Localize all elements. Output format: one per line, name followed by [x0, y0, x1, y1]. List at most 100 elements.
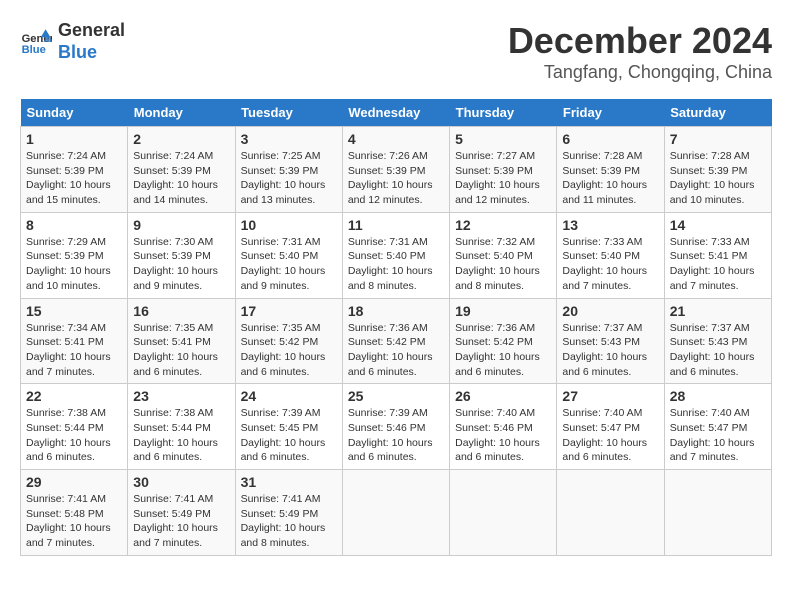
calendar-cell: [557, 470, 664, 556]
day-detail: Sunrise: 7:28 AM Sunset: 5:39 PM Dayligh…: [562, 150, 647, 206]
day-number: 17: [241, 303, 337, 319]
day-detail: Sunrise: 7:29 AM Sunset: 5:39 PM Dayligh…: [26, 236, 111, 292]
day-detail: Sunrise: 7:32 AM Sunset: 5:40 PM Dayligh…: [455, 236, 540, 292]
calendar-cell: 11 Sunrise: 7:31 AM Sunset: 5:40 PM Dayli…: [342, 212, 449, 298]
day-header-monday: Monday: [128, 99, 235, 127]
calendar-cell: 8Sunrise: 7:29 AM Sunset: 5:39 PM Daylig…: [21, 212, 128, 298]
day-detail: Sunrise: 7:36 AM Sunset: 5:42 PM Dayligh…: [348, 322, 433, 378]
calendar-cell: 25 Sunrise: 7:39 AM Sunset: 5:46 PM Dayli…: [342, 384, 449, 470]
calendar-cell: 4 Sunrise: 7:26 AM Sunset: 5:39 PM Daylig…: [342, 127, 449, 213]
day-detail: Sunrise: 7:33 AM Sunset: 5:40 PM Dayligh…: [562, 236, 647, 292]
day-number: 22: [26, 388, 122, 404]
day-detail: Sunrise: 7:40 AM Sunset: 5:47 PM Dayligh…: [562, 407, 647, 463]
day-detail: Sunrise: 7:31 AM Sunset: 5:40 PM Dayligh…: [241, 236, 326, 292]
day-detail: Sunrise: 7:41 AM Sunset: 5:48 PM Dayligh…: [26, 493, 111, 549]
day-header-tuesday: Tuesday: [235, 99, 342, 127]
day-number: 23: [133, 388, 229, 404]
calendar-cell: 10 Sunrise: 7:31 AM Sunset: 5:40 PM Dayli…: [235, 212, 342, 298]
calendar-cell: 21Sunrise: 7:37 AM Sunset: 5:43 PM Dayli…: [664, 298, 771, 384]
day-detail: Sunrise: 7:39 AM Sunset: 5:45 PM Dayligh…: [241, 407, 326, 463]
day-number: 3: [241, 131, 337, 147]
day-number: 1: [26, 131, 122, 147]
day-header-saturday: Saturday: [664, 99, 771, 127]
day-number: 24: [241, 388, 337, 404]
calendar-cell: 3 Sunrise: 7:25 AM Sunset: 5:39 PM Daylig…: [235, 127, 342, 213]
day-detail: Sunrise: 7:25 AM Sunset: 5:39 PM Dayligh…: [241, 150, 326, 206]
day-detail: Sunrise: 7:33 AM Sunset: 5:41 PM Dayligh…: [670, 236, 755, 292]
calendar-cell: 12 Sunrise: 7:32 AM Sunset: 5:40 PM Dayli…: [450, 212, 557, 298]
calendar-cell: 30Sunrise: 7:41 AM Sunset: 5:49 PM Dayli…: [128, 470, 235, 556]
calendar-body: 1 Sunrise: 7:24 AM Sunset: 5:39 PM Daylig…: [21, 127, 772, 556]
calendar-cell: 9 Sunrise: 7:30 AM Sunset: 5:39 PM Daylig…: [128, 212, 235, 298]
day-detail: Sunrise: 7:41 AM Sunset: 5:49 PM Dayligh…: [241, 493, 326, 549]
day-number: 26: [455, 388, 551, 404]
week-row-3: 15 Sunrise: 7:34 AM Sunset: 5:41 PM Dayli…: [21, 298, 772, 384]
day-number: 21: [670, 303, 766, 319]
calendar-cell: 18 Sunrise: 7:36 AM Sunset: 5:42 PM Dayli…: [342, 298, 449, 384]
day-number: 7: [670, 131, 766, 147]
day-number: 11: [348, 217, 444, 233]
day-detail: Sunrise: 7:35 AM Sunset: 5:41 PM Dayligh…: [133, 322, 218, 378]
day-number: 2: [133, 131, 229, 147]
days-header-row: SundayMondayTuesdayWednesdayThursdayFrid…: [21, 99, 772, 127]
day-number: 19: [455, 303, 551, 319]
svg-text:Blue: Blue: [22, 44, 46, 56]
day-number: 13: [562, 217, 658, 233]
calendar-cell: 31Sunrise: 7:41 AM Sunset: 5:49 PM Dayli…: [235, 470, 342, 556]
day-number: 10: [241, 217, 337, 233]
day-detail: Sunrise: 7:38 AM Sunset: 5:44 PM Dayligh…: [26, 407, 111, 463]
day-number: 18: [348, 303, 444, 319]
day-detail: Sunrise: 7:30 AM Sunset: 5:39 PM Dayligh…: [133, 236, 218, 292]
day-number: 25: [348, 388, 444, 404]
calendar-cell: 26 Sunrise: 7:40 AM Sunset: 5:46 PM Dayli…: [450, 384, 557, 470]
calendar-cell: 17Sunrise: 7:35 AM Sunset: 5:42 PM Dayli…: [235, 298, 342, 384]
day-number: 4: [348, 131, 444, 147]
day-detail: Sunrise: 7:26 AM Sunset: 5:39 PM Dayligh…: [348, 150, 433, 206]
day-number: 29: [26, 474, 122, 490]
calendar-cell: 2 Sunrise: 7:24 AM Sunset: 5:39 PM Daylig…: [128, 127, 235, 213]
calendar-cell: 22 Sunrise: 7:38 AM Sunset: 5:44 PM Dayli…: [21, 384, 128, 470]
day-detail: Sunrise: 7:24 AM Sunset: 5:39 PM Dayligh…: [26, 150, 111, 206]
day-number: 5: [455, 131, 551, 147]
day-number: 6: [562, 131, 658, 147]
day-number: 20: [562, 303, 658, 319]
week-row-4: 22 Sunrise: 7:38 AM Sunset: 5:44 PM Dayli…: [21, 384, 772, 470]
day-header-friday: Friday: [557, 99, 664, 127]
day-number: 12: [455, 217, 551, 233]
day-detail: Sunrise: 7:38 AM Sunset: 5:44 PM Dayligh…: [133, 407, 218, 463]
title-block: December 2024 Tangfang, Chongqing, China: [508, 20, 772, 83]
day-number: 15: [26, 303, 122, 319]
day-header-thursday: Thursday: [450, 99, 557, 127]
day-detail: Sunrise: 7:36 AM Sunset: 5:42 PM Dayligh…: [455, 322, 540, 378]
day-detail: Sunrise: 7:28 AM Sunset: 5:39 PM Dayligh…: [670, 150, 755, 206]
week-row-1: 1 Sunrise: 7:24 AM Sunset: 5:39 PM Daylig…: [21, 127, 772, 213]
day-detail: Sunrise: 7:40 AM Sunset: 5:46 PM Dayligh…: [455, 407, 540, 463]
logo: General Blue General Blue: [20, 20, 125, 63]
day-detail: Sunrise: 7:34 AM Sunset: 5:41 PM Dayligh…: [26, 322, 111, 378]
page-header: General Blue General Blue December 2024 …: [20, 20, 772, 83]
day-detail: Sunrise: 7:31 AM Sunset: 5:40 PM Dayligh…: [348, 236, 433, 292]
calendar-cell: 28Sunrise: 7:40 AM Sunset: 5:47 PM Dayli…: [664, 384, 771, 470]
day-detail: Sunrise: 7:24 AM Sunset: 5:39 PM Dayligh…: [133, 150, 218, 206]
calendar-cell: 23 Sunrise: 7:38 AM Sunset: 5:44 PM Dayli…: [128, 384, 235, 470]
logo-line1: General: [58, 20, 125, 42]
day-detail: Sunrise: 7:27 AM Sunset: 5:39 PM Dayligh…: [455, 150, 540, 206]
logo-icon: General Blue: [20, 26, 52, 58]
calendar-cell: [450, 470, 557, 556]
calendar-table: SundayMondayTuesdayWednesdayThursdayFrid…: [20, 99, 772, 556]
calendar-cell: 13 Sunrise: 7:33 AM Sunset: 5:40 PM Dayli…: [557, 212, 664, 298]
day-detail: Sunrise: 7:40 AM Sunset: 5:47 PM Dayligh…: [670, 407, 755, 463]
calendar-cell: 1 Sunrise: 7:24 AM Sunset: 5:39 PM Daylig…: [21, 127, 128, 213]
day-detail: Sunrise: 7:39 AM Sunset: 5:46 PM Dayligh…: [348, 407, 433, 463]
calendar-cell: 16Sunrise: 7:35 AM Sunset: 5:41 PM Dayli…: [128, 298, 235, 384]
calendar-cell: 6 Sunrise: 7:28 AM Sunset: 5:39 PM Daylig…: [557, 127, 664, 213]
day-detail: Sunrise: 7:37 AM Sunset: 5:43 PM Dayligh…: [562, 322, 647, 378]
calendar-cell: [342, 470, 449, 556]
week-row-5: 29 Sunrise: 7:41 AM Sunset: 5:48 PM Dayli…: [21, 470, 772, 556]
day-number: 9: [133, 217, 229, 233]
calendar-cell: 14Sunrise: 7:33 AM Sunset: 5:41 PM Dayli…: [664, 212, 771, 298]
calendar-cell: 20 Sunrise: 7:37 AM Sunset: 5:43 PM Dayli…: [557, 298, 664, 384]
day-number: 27: [562, 388, 658, 404]
calendar-cell: 5 Sunrise: 7:27 AM Sunset: 5:39 PM Daylig…: [450, 127, 557, 213]
day-detail: Sunrise: 7:41 AM Sunset: 5:49 PM Dayligh…: [133, 493, 218, 549]
